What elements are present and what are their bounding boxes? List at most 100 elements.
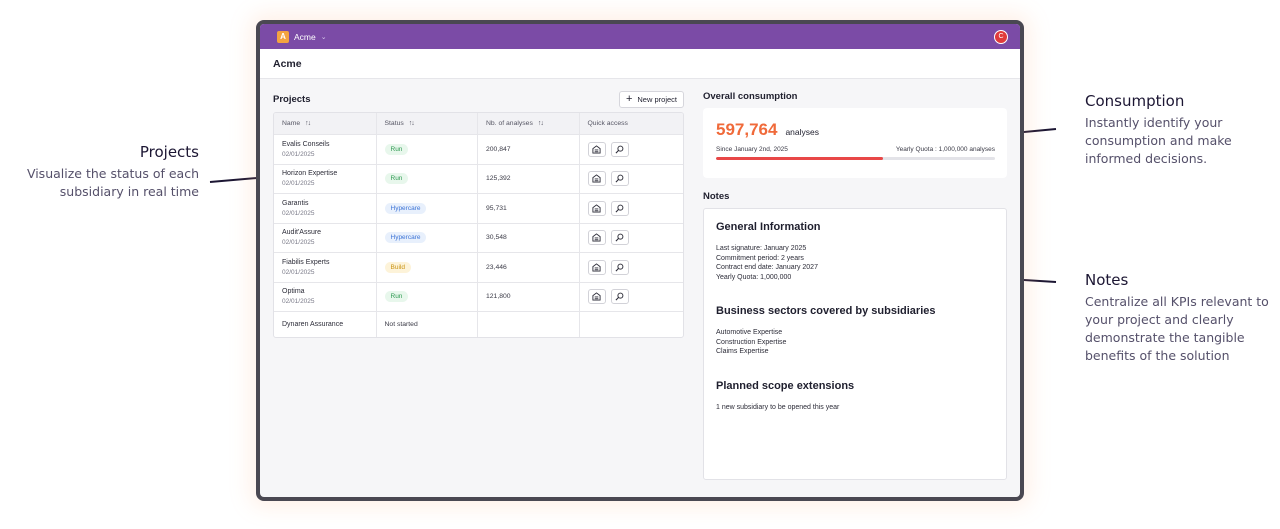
table-row[interactable]: Horizon Expertise 02/01/2025 Run 125,392	[274, 164, 683, 194]
note-block: Business sectors covered by subsidiaries…	[716, 305, 994, 357]
search-icon	[615, 204, 624, 213]
search-icon	[615, 292, 624, 301]
status-badge: Run	[384, 173, 409, 185]
new-project-label: New project	[637, 95, 677, 104]
search-icon	[615, 174, 624, 183]
note-block: General Information Last signature: Janua…	[716, 221, 994, 282]
sort-icon[interactable]: ↑↓	[538, 120, 544, 127]
table-row[interactable]: Dynaren Assurance Not started	[274, 312, 683, 337]
annotation-consumption: Consumption Instantly identify your cons…	[1085, 92, 1265, 168]
column-header-status[interactable]: Status ↑↓	[377, 113, 478, 134]
warehouse-icon	[592, 263, 601, 272]
annotation-consumption-title: Consumption	[1085, 92, 1185, 110]
search-icon	[615, 263, 624, 272]
project-name-cell[interactable]: Garantis 02/01/2025	[274, 194, 377, 223]
user-avatar[interactable]: C	[994, 29, 1008, 44]
search-icon	[615, 145, 624, 154]
annotation-notes-title: Notes	[1085, 271, 1129, 289]
consumption-since: Since January 2nd, 2025	[716, 146, 788, 153]
open-project-button[interactable]	[587, 230, 606, 246]
analyses-count: 30,548	[486, 234, 507, 242]
notes-section: Notes General Information Last signature:…	[703, 191, 1007, 480]
note-line: Construction Expertise	[716, 338, 787, 346]
project-name[interactable]: Fiabilis Experts	[282, 259, 368, 266]
search-project-button[interactable]	[610, 171, 629, 187]
org-logo[interactable]: A	[277, 30, 289, 43]
project-date: 02/01/2025	[282, 298, 315, 306]
project-name-cell[interactable]: Optima 02/01/2025	[274, 282, 377, 311]
column-header-name[interactable]: Name ↑↓	[274, 113, 377, 134]
new-project-button[interactable]: + New project	[618, 91, 684, 108]
annotation-projects-desc: Visualize the status of each subsidiary …	[26, 166, 199, 199]
status-badge: Run	[384, 143, 409, 155]
project-name-cell[interactable]: Horizon Expertise 02/01/2025	[274, 164, 377, 193]
top-bar: A Acme ⌄ C	[260, 24, 1020, 49]
table-row[interactable]: Optima 02/01/2025 Run 121,800	[274, 282, 683, 312]
project-name-cell[interactable]: Audit'Assure 02/01/2025	[274, 223, 377, 252]
quick-access-cell	[580, 165, 683, 194]
table-row[interactable]: Fiabilis Experts 02/01/2025 Build 23,446	[274, 253, 683, 283]
project-name[interactable]: Evalis Conseils	[282, 141, 368, 148]
main-content: Projects + New project Name ↑↓ Status ↑↓ N…	[260, 79, 1020, 497]
table-row[interactable]: Garantis 02/01/2025 Hypercare 95,731	[274, 194, 683, 224]
consumption-quota: Yearly Quota : 1,000,000 analyses	[895, 146, 995, 153]
search-project-button[interactable]	[610, 200, 629, 216]
open-project-button[interactable]	[587, 141, 606, 157]
quick-access-cell	[580, 312, 683, 337]
note-heading: Business sectors covered by subsidiaries	[716, 305, 936, 317]
project-date: 02/01/2025	[282, 150, 315, 158]
table-row[interactable]: Evalis Conseils 02/01/2025 Run 200,847	[274, 135, 683, 165]
status-badge: Build	[384, 261, 411, 273]
note-line: Commitment period: 2 years	[716, 254, 804, 262]
project-name[interactable]: Optima	[282, 288, 368, 295]
table-header: Name ↑↓ Status ↑↓ Nb. of analyses ↑↓ Quick …	[274, 113, 683, 135]
project-name[interactable]: Audit'Assure	[282, 229, 368, 236]
column-header-analyses[interactable]: Nb. of analyses ↑↓	[478, 113, 580, 134]
sort-icon[interactable]: ↑↓	[305, 120, 311, 127]
note-heading: General Information	[716, 221, 821, 233]
open-project-button[interactable]	[587, 171, 606, 187]
search-project-button[interactable]	[610, 259, 629, 275]
chevron-down-icon[interactable]: ⌄	[321, 33, 327, 41]
open-project-button[interactable]	[587, 200, 606, 216]
quick-access-cell	[580, 135, 683, 164]
plus-icon: +	[625, 93, 633, 105]
note-line: Claims Expertise	[716, 348, 769, 355]
project-status-cell: Not started	[377, 312, 478, 337]
column-header-quick-access: Quick access	[587, 120, 628, 127]
sort-icon[interactable]: ↑↓	[409, 120, 415, 127]
notes-title: Notes	[703, 191, 730, 202]
consumption-value: 597,764	[716, 120, 778, 139]
consumption-card: 597,764 analyses Since January 2nd, 2025…	[703, 108, 1007, 178]
table-row[interactable]: Audit'Assure 02/01/2025 Hypercare 30,548	[274, 223, 683, 253]
project-name-cell[interactable]: Evalis Conseils 02/01/2025	[274, 135, 377, 164]
project-name[interactable]: Dynaren Assurance	[282, 321, 368, 328]
search-project-button[interactable]	[610, 230, 629, 246]
projects-section: Projects + New project Name ↑↓ Status ↑↓ N…	[273, 91, 684, 338]
projects-title: Projects	[273, 94, 311, 105]
quick-access-cell	[580, 224, 683, 253]
status-badge: Hypercare	[384, 232, 427, 244]
search-project-button[interactable]	[610, 141, 629, 157]
open-project-button[interactable]	[587, 289, 606, 305]
project-analyses-cell: 95,731	[478, 194, 580, 223]
project-status-cell: Run	[377, 282, 478, 311]
page-title: Acme	[273, 57, 302, 70]
project-date: 02/01/2025	[282, 180, 315, 188]
project-name[interactable]: Garantis	[282, 200, 368, 207]
project-date: 02/01/2025	[282, 209, 315, 217]
notes-card[interactable]: General Information Last signature: Janua…	[703, 208, 1007, 480]
open-project-button[interactable]	[587, 259, 606, 275]
project-name-cell[interactable]: Dynaren Assurance	[274, 312, 377, 337]
search-project-button[interactable]	[610, 289, 629, 305]
project-date: 02/01/2025	[282, 268, 315, 276]
quick-access-cell	[580, 283, 683, 312]
project-status-cell: Hypercare	[377, 194, 478, 223]
note-line: Last signature: January 2025	[716, 245, 807, 252]
org-switcher-label[interactable]: Acme	[294, 32, 316, 42]
project-name[interactable]: Horizon Expertise	[282, 170, 368, 177]
project-analyses-cell: 23,446	[478, 253, 580, 282]
warehouse-icon	[592, 233, 601, 242]
project-name-cell[interactable]: Fiabilis Experts 02/01/2025	[274, 253, 377, 282]
annotation-notes: Notes Centralize all KPIs relevant to yo…	[1085, 271, 1270, 365]
